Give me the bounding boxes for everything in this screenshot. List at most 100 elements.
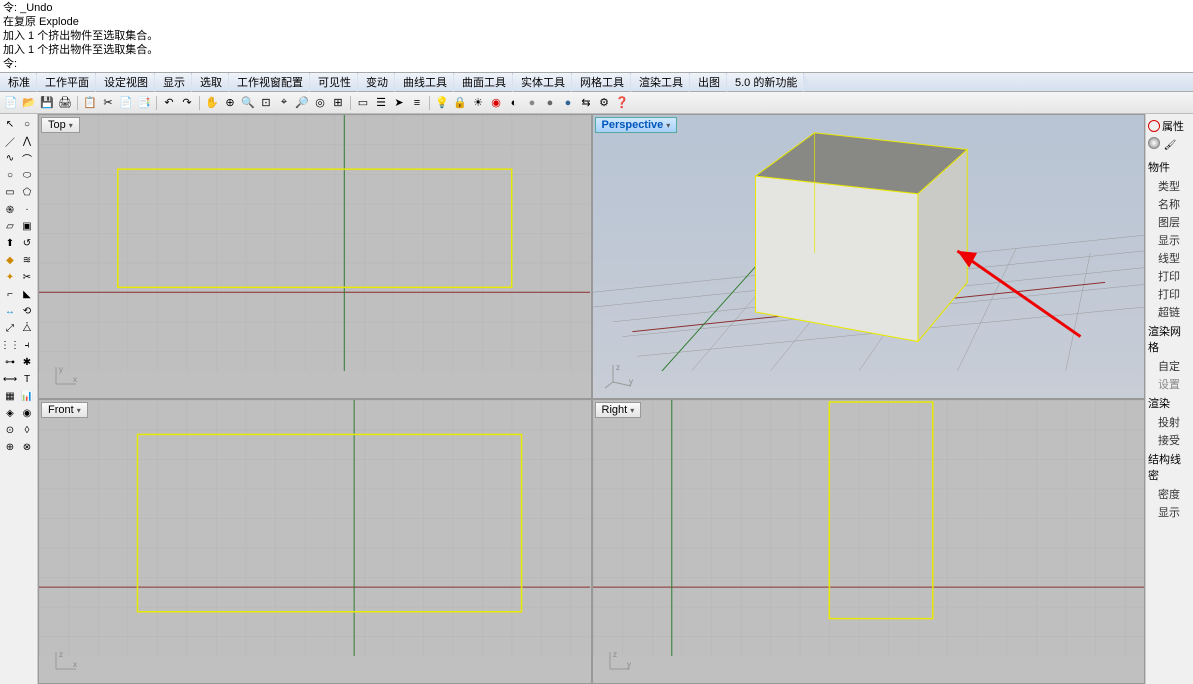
explode-icon[interactable]: ✱ xyxy=(19,354,35,370)
menu-tab[interactable]: 选取 xyxy=(192,73,229,91)
named-icon[interactable]: ☰ xyxy=(373,95,389,111)
extrude-icon[interactable]: ⬆ xyxy=(2,235,18,251)
layers-icon[interactable]: ≡ xyxy=(409,95,425,111)
menu-tab[interactable]: 工作平面 xyxy=(37,73,96,91)
cmd-prompt[interactable]: 令: xyxy=(3,57,1190,71)
prop-row[interactable]: 设置 xyxy=(1148,375,1191,393)
prop-row[interactable]: 打印 xyxy=(1148,285,1191,303)
shade-icon[interactable]: ◐ xyxy=(506,95,522,111)
viewport-label[interactable]: Front▾ xyxy=(41,402,88,418)
circle-icon[interactable]: ○ xyxy=(2,167,18,183)
menu-tab[interactable]: 工作视窗配置 xyxy=(229,73,310,91)
sphere3-icon[interactable]: ● xyxy=(560,95,576,111)
light-icon[interactable]: 💡 xyxy=(434,95,450,111)
line-icon[interactable]: ／ xyxy=(2,133,18,149)
viewport-top[interactable]: Top▾ yx xyxy=(39,115,591,398)
menu-tab[interactable]: 曲线工具 xyxy=(395,73,454,91)
menu-tab[interactable]: 设定视图 xyxy=(96,73,155,91)
prop-row[interactable]: 显示 xyxy=(1148,231,1191,249)
viewport-label[interactable]: Top▾ xyxy=(41,117,80,133)
prop-row[interactable]: 名称 xyxy=(1148,195,1191,213)
cplane-icon[interactable]: ▭ xyxy=(355,95,371,111)
viewport-right[interactable]: Right▾ zy xyxy=(593,400,1145,683)
prop-row[interactable]: 接受 xyxy=(1148,431,1191,449)
rotate-icon[interactable]: ⊕ xyxy=(222,95,238,111)
menu-tab[interactable]: 渲染工具 xyxy=(631,73,690,91)
sun-icon[interactable]: ☀ xyxy=(470,95,486,111)
prop-row[interactable]: 投射 xyxy=(1148,413,1191,431)
polyline-icon[interactable]: ⋀ xyxy=(19,133,35,149)
curve-icon[interactable]: ∿ xyxy=(2,150,18,166)
menu-tab[interactable]: 变动 xyxy=(358,73,395,91)
menu-tab[interactable]: 显示 xyxy=(155,73,192,91)
spiral-icon[interactable]: ֍ xyxy=(2,201,18,217)
prop-row[interactable]: 自定 xyxy=(1148,357,1191,375)
menu-tab[interactable]: 实体工具 xyxy=(513,73,572,91)
dim-icon[interactable]: ⟷ xyxy=(2,371,18,387)
prop-row[interactable]: 超链 xyxy=(1148,303,1191,321)
arc-icon[interactable]: ⌒ xyxy=(19,150,35,166)
prop-row[interactable]: 图层 xyxy=(1148,213,1191,231)
cut-icon[interactable]: ✂ xyxy=(100,95,116,111)
misc4-icon[interactable]: ⊗ xyxy=(19,439,35,455)
move-icon[interactable]: ↔ xyxy=(2,303,18,319)
chamfer-icon[interactable]: ◣ xyxy=(19,286,35,302)
render-icon[interactable]: ◉ xyxy=(488,95,504,111)
misc3-icon[interactable]: ⊕ xyxy=(2,439,18,455)
mesh-icon[interactable]: ◈ xyxy=(2,405,18,421)
hatch-icon[interactable]: ▦ xyxy=(2,388,18,404)
pan-icon[interactable]: ✋ xyxy=(204,95,220,111)
menu-tab[interactable]: 曲面工具 xyxy=(454,73,513,91)
menu-tab[interactable]: 出图 xyxy=(690,73,727,91)
open-icon[interactable]: 📂 xyxy=(21,95,37,111)
sphere1-icon[interactable]: ● xyxy=(524,95,540,111)
menu-tab[interactable]: 标准 xyxy=(0,73,37,91)
toggle-icon[interactable]: ⇆ xyxy=(578,95,594,111)
save-icon[interactable]: 💾 xyxy=(39,95,55,111)
viewport-label[interactable]: Right▾ xyxy=(595,402,642,418)
viewport-label[interactable]: Perspective▾ xyxy=(595,117,678,133)
options-icon[interactable]: ⚙ xyxy=(596,95,612,111)
prop-row[interactable]: 打印 xyxy=(1148,267,1191,285)
polygon-icon[interactable]: ⬠ xyxy=(19,184,35,200)
rect-icon[interactable]: ▭ xyxy=(2,184,18,200)
prop-row[interactable]: 显示 xyxy=(1148,503,1191,521)
help-icon[interactable]: ❓ xyxy=(614,95,630,111)
misc1-icon[interactable]: ⊙ xyxy=(2,422,18,438)
analyze-icon[interactable]: 📊 xyxy=(19,388,35,404)
boolean-icon[interactable]: ✦ xyxy=(2,269,18,285)
sphere2-icon[interactable]: ● xyxy=(542,95,558,111)
pointer-icon[interactable]: ↖ xyxy=(2,116,18,132)
menu-tab[interactable]: 网格工具 xyxy=(572,73,631,91)
sweep-icon[interactable]: ≋ xyxy=(19,252,35,268)
rotate2-icon[interactable]: ⟲ xyxy=(19,303,35,319)
mirror-icon[interactable]: ⧊ xyxy=(19,320,35,336)
new-icon[interactable]: 📄 xyxy=(3,95,19,111)
undo-icon[interactable]: ↶ xyxy=(161,95,177,111)
render2-icon[interactable]: ◉ xyxy=(19,405,35,421)
tab-icon[interactable] xyxy=(1148,137,1160,149)
zoom-sel-icon[interactable]: ⌖ xyxy=(276,95,292,111)
copy-icon[interactable]: 📋 xyxy=(82,95,98,111)
surf-icon[interactable]: ▱ xyxy=(2,218,18,234)
fillet-icon[interactable]: ⌐ xyxy=(2,286,18,302)
prop-row[interactable]: 密度 xyxy=(1148,485,1191,503)
paste2-icon[interactable]: 📑 xyxy=(136,95,152,111)
lock-icon[interactable]: 🔒 xyxy=(452,95,468,111)
panel-header[interactable]: 属性 xyxy=(1148,118,1191,134)
revolve-icon[interactable]: ↺ xyxy=(19,235,35,251)
zoom-win-icon[interactable]: 🔎 xyxy=(294,95,310,111)
array-icon[interactable]: ⋮⋮ xyxy=(2,337,18,353)
lasso-icon[interactable]: ○ xyxy=(19,116,35,132)
menu-tab[interactable]: 5.0 的新功能 xyxy=(727,73,804,91)
prop-row[interactable]: 类型 xyxy=(1148,177,1191,195)
trim-icon[interactable]: ✂ xyxy=(19,269,35,285)
misc2-icon[interactable]: ◊ xyxy=(19,422,35,438)
zoom-ext-icon[interactable]: ⊡ xyxy=(258,95,274,111)
view4-icon[interactable]: ⊞ xyxy=(330,95,346,111)
viewport-perspective[interactable]: Perspective▾ zy xyxy=(593,115,1145,398)
paste-icon[interactable]: 📄 xyxy=(118,95,134,111)
viewport-front[interactable]: Front▾ zx xyxy=(39,400,591,683)
prop-row[interactable]: 线型 xyxy=(1148,249,1191,267)
solid-icon[interactable]: ▣ xyxy=(19,218,35,234)
